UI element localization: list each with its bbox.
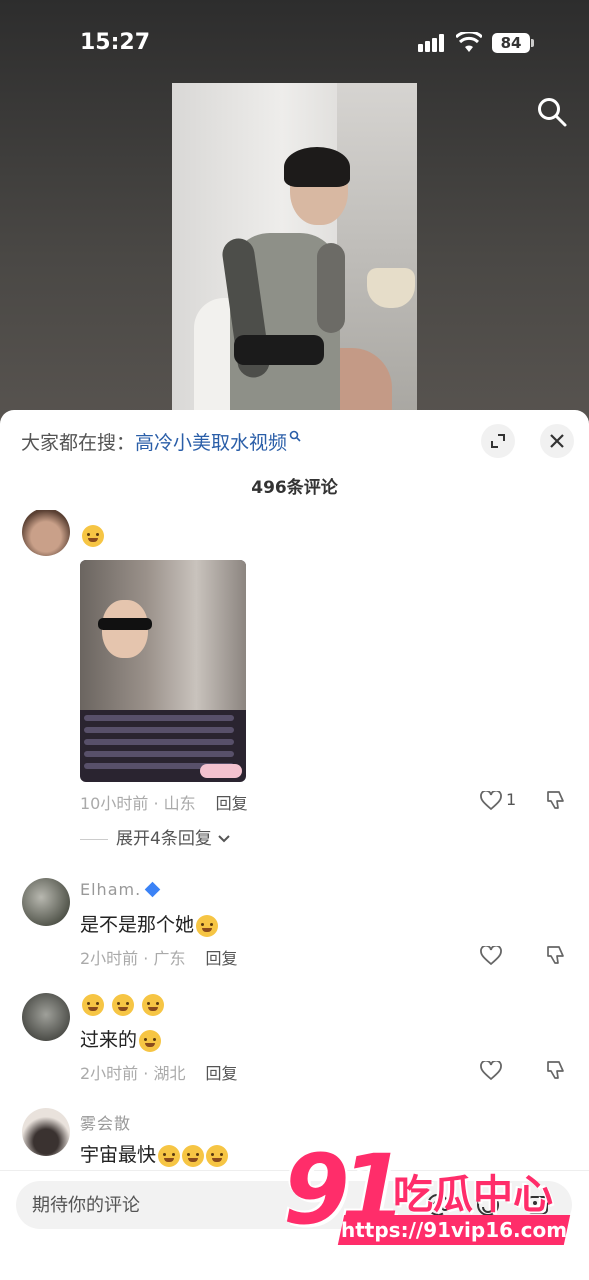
comment-list[interactable]: 10小时前 · 山东 回复 1 展开4条回复 Elham. 是不是那个她 2小时前… xyxy=(0,510,589,1175)
avatar[interactable] xyxy=(22,510,70,556)
expand-replies-label: 展开4条回复 xyxy=(116,829,212,849)
close-button[interactable] xyxy=(540,424,574,458)
search-icon[interactable] xyxy=(536,96,568,128)
trending-search-keyword[interactable]: 高冷小美取水视频 xyxy=(135,432,287,454)
comment-count: 496条评论 xyxy=(251,478,338,498)
smile-emoji-icon xyxy=(112,994,135,1016)
wink-emoji-icon xyxy=(182,1144,205,1167)
reply-button[interactable]: 回复 xyxy=(205,1064,237,1083)
close-icon xyxy=(550,434,564,448)
comment-username[interactable]: 雾会散 xyxy=(80,1110,131,1134)
watermark-text: 吃瓜中心 xyxy=(393,1172,553,1218)
heart-icon[interactable] xyxy=(480,1061,502,1081)
expand-replies-button[interactable]: 展开4条回复 xyxy=(80,824,231,849)
heart-icon[interactable] xyxy=(480,946,502,966)
signal-icon xyxy=(418,34,448,52)
smile-emoji-icon xyxy=(82,994,104,1016)
video-frame[interactable] xyxy=(172,83,417,413)
status-bar: 15:27 84 xyxy=(0,0,589,90)
heart-icon[interactable] xyxy=(480,791,502,811)
thumb-down-icon[interactable] xyxy=(545,1059,567,1081)
comment-time-location: 2小时前 · 湖北 xyxy=(80,1064,186,1083)
smile-emoji-icon xyxy=(142,994,165,1016)
video-player[interactable]: 15:27 84 xyxy=(0,0,589,430)
comment-meta: 2小时前 · 广东 回复 xyxy=(80,945,237,969)
avatar[interactable] xyxy=(22,878,70,926)
wifi-icon xyxy=(456,32,482,52)
watermark-url: https://91vip16.com xyxy=(341,1218,568,1242)
comment-username[interactable]: Elham. xyxy=(80,880,161,899)
expand-button[interactable] xyxy=(481,424,515,458)
reply-button[interactable]: 回复 xyxy=(216,794,248,813)
comment-emoji xyxy=(80,524,104,547)
comment-meta: 10小时前 · 山东 回复 xyxy=(80,790,248,814)
comment-image[interactable] xyxy=(80,560,246,782)
thumb-down-icon[interactable] xyxy=(545,789,567,811)
grin-emoji-icon xyxy=(82,524,104,547)
trending-search-prefix: 大家都在搜： xyxy=(21,432,136,454)
comment-text: 宇宙最快 xyxy=(80,1140,229,1167)
site-watermark: 91 吃瓜中心 https://91vip16.com xyxy=(283,1140,583,1255)
trending-search[interactable]: 大家都在搜：高冷小美取水视频 xyxy=(21,428,301,455)
comment-text: 是不是那个她 xyxy=(80,910,219,937)
like-count: 1 xyxy=(506,790,517,809)
avatar[interactable] xyxy=(22,1108,70,1156)
status-time: 15:27 xyxy=(80,30,151,55)
chevron-down-icon xyxy=(218,835,230,843)
search-icon xyxy=(289,430,301,442)
comment-time-location: 2小时前 · 广东 xyxy=(80,949,186,968)
wink-emoji-icon xyxy=(206,1144,229,1167)
thumb-down-icon[interactable] xyxy=(545,944,567,966)
expand-icon xyxy=(491,434,505,448)
battery-indicator: 84 xyxy=(492,33,534,53)
diamond-badge-icon xyxy=(144,881,161,898)
laugh-emoji-icon xyxy=(196,914,219,937)
comment-text: 过来的 xyxy=(80,1025,162,1052)
cry-emoji-icon xyxy=(139,1029,162,1052)
reply-button[interactable]: 回复 xyxy=(205,949,237,968)
comment-time-location: 10小时前 · 山东 xyxy=(80,794,196,813)
wink-emoji-icon xyxy=(158,1144,181,1167)
avatar[interactable] xyxy=(22,993,70,1041)
comment-meta: 2小时前 · 湖北 回复 xyxy=(80,1060,237,1084)
watermark-url-badge: https://91vip16.com xyxy=(337,1215,571,1245)
comment-emoji-line xyxy=(80,994,165,1016)
